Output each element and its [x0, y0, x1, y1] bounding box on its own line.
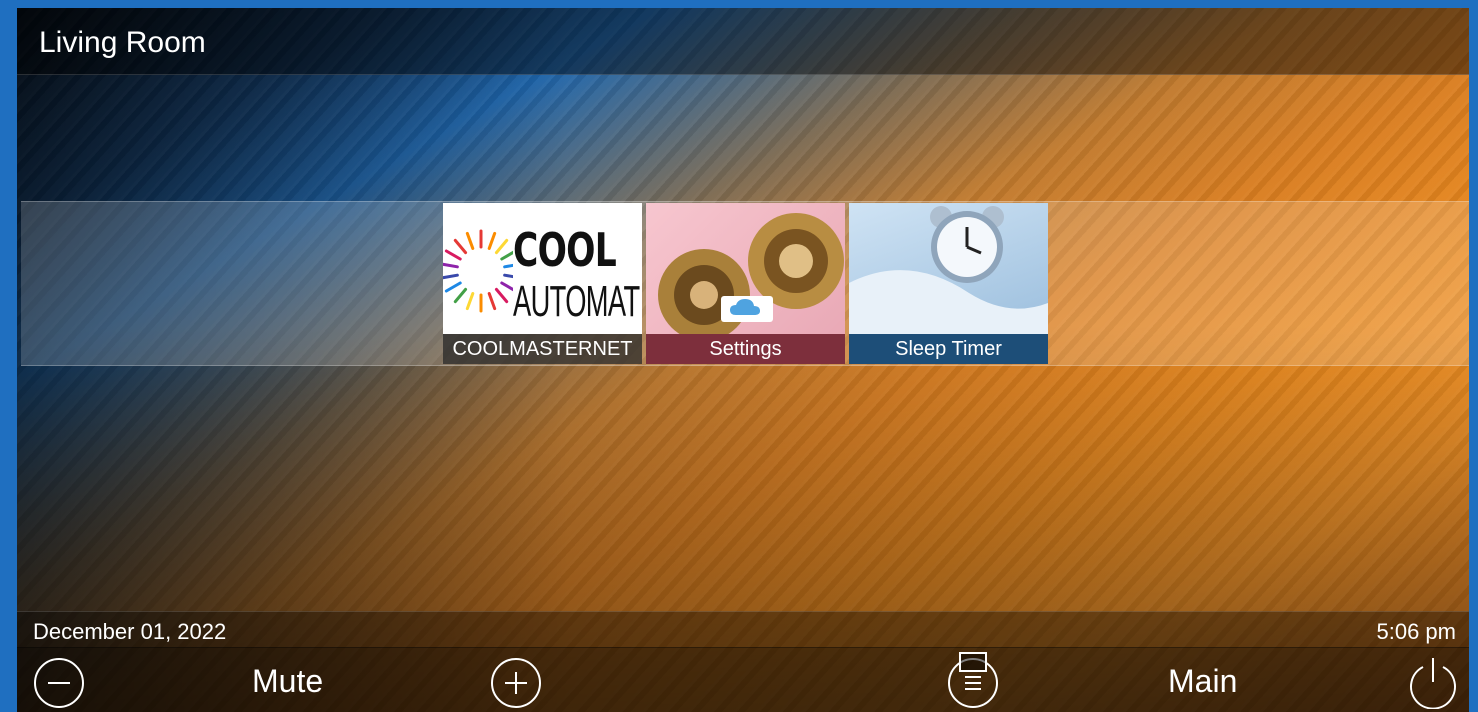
tile-coolmasternet[interactable]: COOL AUTOMATION COOLMASTERNET	[443, 203, 642, 364]
room-title: Living Room	[39, 26, 206, 59]
main-button[interactable]: Main	[1168, 663, 1237, 700]
tile-sleep-timer[interactable]: Sleep Timer	[849, 203, 1048, 364]
tile-label: COOLMASTERNET	[443, 334, 642, 364]
tile-label: Settings	[646, 334, 845, 364]
mute-button[interactable]: Mute	[252, 663, 323, 700]
date-display: December 01, 2022	[33, 619, 227, 644]
touch-panel-screen: Living Room COOL AUTOMAT COOLMASTERNET S…	[17, 8, 1469, 712]
tile-label: Sleep Timer	[849, 334, 1048, 364]
time-display: 5:06 pm	[1376, 619, 1457, 644]
gears-icon	[646, 203, 845, 341]
status-bar: December 01, 2022 5:06 pm	[17, 611, 1469, 648]
plus-circle-icon[interactable]	[490, 657, 542, 709]
coolautomation-logo: COOL AUTOMATION	[443, 203, 642, 334]
tile-settings[interactable]: Settings	[646, 203, 845, 364]
alarm-clock-icon	[849, 203, 1048, 334]
control-bar: Mute Main	[17, 647, 1469, 712]
tile-strip: COOL AUTOMATION COOLMASTERNET	[21, 201, 1469, 366]
minus-circle-icon[interactable]	[33, 657, 85, 709]
header-bar: Living Room	[17, 8, 1469, 75]
logo-line-2: AUTOMATION	[513, 277, 642, 326]
menu-icon[interactable]	[947, 651, 999, 708]
power-icon[interactable]	[1406, 655, 1458, 710]
logo-line-1: COOL	[513, 223, 617, 277]
